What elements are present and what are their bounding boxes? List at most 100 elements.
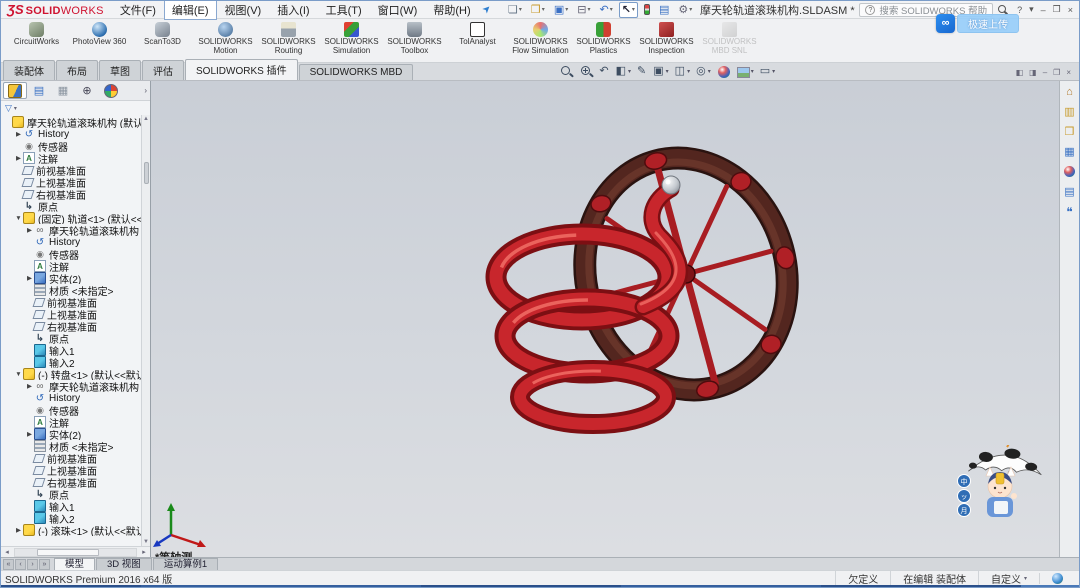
task-pane-tab[interactable]: ▦ <box>1062 144 1078 159</box>
tree-item[interactable]: 材质 <未指定> <box>1 284 150 296</box>
expand-arrow-icon[interactable]: ▶ <box>25 274 34 282</box>
chevron-down-icon[interactable]: ▾ <box>751 68 754 75</box>
assembly-model-3d[interactable] <box>431 139 871 449</box>
tree-item[interactable]: 输入1 <box>1 500 150 512</box>
chevron-down-icon[interactable]: ▾ <box>772 68 775 75</box>
headsup-button[interactable]: ↶ ▾ <box>599 65 609 78</box>
headsup-button[interactable]: ▣ ▾ <box>653 65 668 78</box>
tree-item[interactable]: 传感器 <box>1 140 150 152</box>
window-control-button[interactable]: × <box>1068 5 1073 15</box>
tree-item[interactable]: 右视基准面 <box>1 188 150 200</box>
headsup-button[interactable]: ▾ <box>717 65 730 78</box>
addin-button[interactable]: SOLIDWORKS Flow Simulation <box>509 20 572 55</box>
panel-flyout-arrow[interactable]: › <box>144 86 147 95</box>
panel-tab[interactable] <box>51 82 75 99</box>
addin-button[interactable]: SOLIDWORKS Simulation <box>320 20 383 55</box>
tree-item[interactable]: 注解 <box>1 416 150 428</box>
menu-item[interactable]: 文件(F) <box>112 0 164 20</box>
chevron-down-icon[interactable]: ▾ <box>708 68 711 75</box>
quick-tool-button[interactable]: ↖ ▾ <box>619 2 638 18</box>
panel-tab[interactable] <box>99 82 123 99</box>
doc-control-button[interactable]: ◧ <box>1016 68 1024 77</box>
addin-button[interactable]: SOLIDWORKS Plastics <box>572 20 635 55</box>
headsup-button[interactable]: ▾ <box>559 65 573 78</box>
command-tab[interactable]: 布局 <box>56 60 98 80</box>
chevron-down-icon[interactable]: ▾ <box>610 6 613 13</box>
expand-arrow-icon[interactable]: ▼ <box>14 215 23 222</box>
tree-horizontal-scrollbar[interactable]: ◂ ▸ <box>1 546 150 557</box>
chevron-down-icon[interactable]: ▾ <box>565 6 568 13</box>
study-tab-nav-button[interactable]: « <box>3 559 14 570</box>
menu-item[interactable]: 插入(I) <box>269 0 317 20</box>
chevron-down-icon[interactable]: ▾ <box>687 68 690 75</box>
expand-arrow-icon[interactable]: ▶ <box>25 430 34 438</box>
tree-item[interactable]: 原点 <box>1 332 150 344</box>
doc-control-button[interactable]: ◨ <box>1029 68 1037 77</box>
command-tab[interactable]: SOLIDWORKS 插件 <box>185 59 298 80</box>
task-pane-tab[interactable]: ▥ <box>1062 104 1078 119</box>
study-tab-nav-button[interactable]: › <box>27 559 38 570</box>
doc-control-button[interactable]: – <box>1043 68 1047 77</box>
tree-item[interactable]: ▶ 摩天轮轨道滚珠机构 中的配合 <box>1 380 150 392</box>
scroll-down-icon[interactable]: ▼ <box>143 539 149 545</box>
task-pane-tab[interactable]: ❒ <box>1062 124 1078 139</box>
tree-item[interactable]: ▶ 注解 <box>1 152 150 164</box>
panel-tab[interactable] <box>75 82 99 99</box>
scroll-left-icon[interactable]: ◂ <box>1 548 13 556</box>
tree-item[interactable]: ▶ 实体(2) <box>1 428 150 440</box>
command-tab[interactable]: 评估 <box>142 60 184 80</box>
tree-item[interactable]: 原点 <box>1 200 150 212</box>
menu-item[interactable]: 帮助(H) <box>425 0 478 20</box>
pin-icon[interactable]: ➤ <box>480 3 494 17</box>
tree-item[interactable]: 前视基准面 <box>1 164 150 176</box>
tree-item[interactable]: 右视基准面 <box>1 320 150 332</box>
quick-tool-button[interactable]: ↶ ▾ <box>596 2 615 18</box>
tree-item[interactable]: 前视基准面 <box>1 296 150 308</box>
task-pane-tab[interactable]: ▤ <box>1062 184 1078 199</box>
headsup-button[interactable]: ◧ ▾ <box>616 65 631 78</box>
panel-tab[interactable] <box>3 82 27 99</box>
scroll-right-icon[interactable]: ▸ <box>138 548 150 556</box>
upload-app-icon[interactable]: ∞ <box>936 14 955 33</box>
scroll-up-icon[interactable]: ▲ <box>143 116 149 122</box>
menu-item[interactable]: 视图(V) <box>217 0 270 20</box>
quick-tool-button[interactable]: ▣ ▾ <box>551 2 571 18</box>
scrollbar-thumb[interactable] <box>37 549 99 556</box>
menu-item[interactable]: 窗口(W) <box>370 0 426 20</box>
tree-vertical-scrollbar[interactable]: ▲ ▼ <box>141 115 150 546</box>
panel-tab[interactable] <box>27 82 51 99</box>
tree-item[interactable]: 原点 <box>1 488 150 500</box>
command-tab[interactable]: 草图 <box>99 60 141 80</box>
addin-button[interactable]: TolAnalyst <box>446 20 509 47</box>
study-tab[interactable]: 模型 <box>54 558 95 570</box>
chevron-down-icon[interactable]: ▾ <box>689 6 692 13</box>
study-tab[interactable]: 运动算例1 <box>153 558 218 570</box>
doc-control-button[interactable]: ❐ <box>1053 68 1060 77</box>
addin-button[interactable]: ScanTo3D <box>131 20 194 47</box>
study-tab-nav-button[interactable]: ‹ <box>15 559 26 570</box>
tree-item[interactable]: 注解 <box>1 260 150 272</box>
task-pane-tab[interactable] <box>1062 164 1078 179</box>
expand-arrow-icon[interactable]: ▶ <box>14 154 23 162</box>
tree-item[interactable]: ▶ History <box>1 128 150 140</box>
quick-tool-button[interactable]: ⊟ ▾ <box>574 2 593 18</box>
headsup-button[interactable]: ◫ ▾ <box>675 65 690 78</box>
tree-item[interactable]: 传感器 <box>1 248 150 260</box>
tree-item[interactable]: ▼ (-) 转盘<1> (默认<<默认>_显示 <box>1 368 150 380</box>
graphics-viewport[interactable]: *等轴测 <box>151 81 1059 557</box>
chevron-down-icon[interactable]: ▾ <box>542 6 545 13</box>
window-control-button[interactable]: ❐ <box>1053 4 1061 15</box>
chevron-down-icon[interactable]: ▾ <box>632 6 635 13</box>
chevron-down-icon[interactable]: ▾ <box>519 6 522 13</box>
addin-button[interactable]: SOLIDWORKS Toolbox <box>383 20 446 55</box>
window-control-button[interactable]: ? <box>1017 5 1022 15</box>
headsup-button[interactable]: ▭ ▾ <box>760 65 775 78</box>
headsup-button[interactable]: ▾ <box>579 65 593 78</box>
addin-button[interactable]: SOLIDWORKS Routing <box>257 20 320 55</box>
addin-button[interactable]: SOLIDWORKS MBD SNL <box>698 20 761 55</box>
command-tab[interactable]: 装配体 <box>3 60 55 80</box>
scrollbar-thumb[interactable] <box>144 162 149 184</box>
tree-item[interactable]: ▶ 摩天轮轨道滚珠机构 中的配合 <box>1 224 150 236</box>
scrollbar-track[interactable] <box>14 548 137 557</box>
expand-arrow-icon[interactable]: ▼ <box>14 371 23 378</box>
